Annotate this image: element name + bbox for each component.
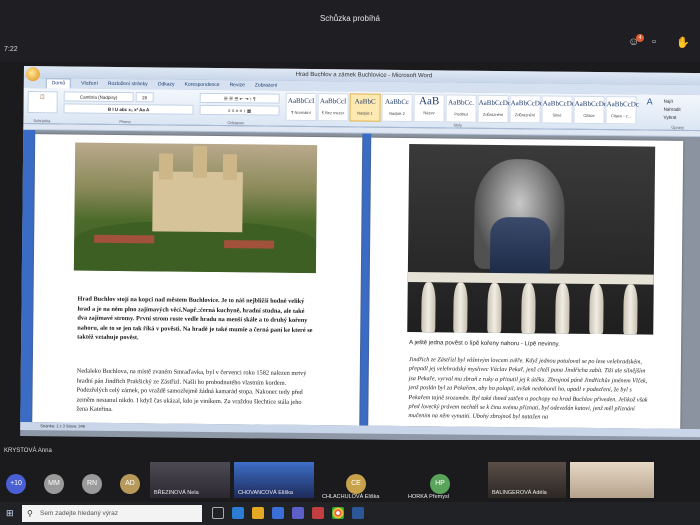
photo-baluster: [555, 283, 570, 334]
style-emphasis-2[interactable]: AaBbCcDc Zdůraznění: [509, 95, 543, 124]
photo-roof: [224, 240, 275, 249]
font-size-select[interactable]: 28: [135, 92, 154, 103]
paragraph-list-buttons[interactable]: ☰ ☰ ☰ ⇤ ⇥ ↕ ¶: [199, 92, 280, 104]
tab-insert[interactable]: Vložení: [81, 81, 98, 87]
change-styles-button[interactable]: A: [639, 97, 659, 123]
avatar[interactable]: MM: [44, 474, 64, 494]
participant-tile[interactable]: BALINGEROVÁ Adéla: [488, 462, 566, 498]
lime-legend-paragraph: Jindřich ze Zástřizl byl vášnivým lovcem…: [408, 357, 648, 421]
style-heading-2[interactable]: AaBbCc Nadpis 2: [381, 93, 413, 123]
participant-name: HORKÁ Přemysl: [408, 494, 449, 500]
group-label-editing: Úpravy: [671, 124, 685, 130]
participant-tile[interactable]: CHOVANCOVÁ Eliška: [234, 462, 314, 498]
group-label-clipboard: Schránka: [33, 118, 51, 124]
photo-baluster: [487, 282, 502, 334]
select-button[interactable]: Vybrat: [663, 114, 699, 122]
photo-baluster: [421, 282, 436, 333]
tab-home[interactable]: Domů: [45, 78, 72, 89]
castle-paragraph: Hrad Buchlov stojí na kopci nad městem B…: [77, 295, 313, 342]
windows-taskbar: ⊞ ⚲ Sem zadejte hledaný výraz: [0, 502, 700, 525]
participant-tile[interactable]: BŘEZINOVÁ Nela: [150, 462, 230, 498]
editing-group: Najít Nahradit Vybrat: [663, 98, 699, 124]
tab-review[interactable]: Revize: [230, 82, 245, 88]
search-placeholder: Sem zadejte hledaný výraz: [40, 510, 119, 517]
avatar[interactable]: AD: [120, 474, 140, 494]
participant-name: BALINGEROVÁ Adéla: [492, 490, 547, 496]
style-title[interactable]: AaB Název: [413, 94, 445, 123]
tab-view[interactable]: Zobrazení: [255, 82, 278, 88]
window-title: Hrad Buchlov a zámek Buchlovice - Micros…: [295, 71, 433, 80]
word-window: Hrad Buchlov a zámek Buchlovice - Micros…: [20, 66, 700, 444]
document-area[interactable]: Hrad Buchlov stojí na kopci nad městem B…: [20, 129, 700, 430]
veiled-statue-photo[interactable]: [407, 144, 656, 335]
photo-baluster: [453, 282, 468, 333]
chat-icon[interactable]: ▫: [652, 36, 656, 48]
app-icon[interactable]: [312, 507, 324, 519]
photo-roof: [94, 234, 155, 244]
participant-video[interactable]: [570, 462, 654, 498]
avatar[interactable]: RN: [82, 474, 102, 494]
start-icon[interactable]: ⊞: [6, 508, 16, 518]
photo-figure: [489, 216, 551, 276]
word-icon[interactable]: [352, 507, 364, 519]
photo-baluster: [521, 283, 536, 334]
meeting-header: Schůzka probíhá 7:22 ☺ 4 ▫ ✋: [0, 0, 700, 62]
raise-hand-icon[interactable]: ✋: [676, 36, 690, 49]
photo-baluster: [623, 284, 638, 335]
participant-name: CHLACHULOVÁ Eliška: [322, 494, 380, 500]
group-label-styles: Styly: [453, 122, 463, 128]
photo-tower: [192, 145, 208, 178]
legend-paragraph: Nedaleko Buchlova, na místě zvaném Smraď…: [76, 367, 307, 414]
teams-icon[interactable]: [292, 507, 304, 519]
paragraph-align-buttons[interactable]: ≡ ≡ ≡ ≡ ↕ ▦: [199, 104, 280, 116]
group-label-font: Písmo: [119, 119, 131, 125]
search-icon: ⚲: [27, 509, 33, 518]
task-view-icon[interactable]: [212, 507, 224, 519]
photo-baluster: [589, 283, 604, 335]
meeting-clock: 7:22: [4, 46, 18, 53]
font-format-buttons[interactable]: B I U abc x₂ x² Aa A: [63, 103, 194, 115]
participant-name: CHOVANCOVÁ Eliška: [238, 490, 293, 496]
participant-name: BŘEZINOVÁ Nela: [154, 490, 199, 496]
photo-castle: [152, 145, 243, 233]
participant-tile[interactable]: CHLACHULOVÁ Eliška: [318, 462, 402, 500]
office-button-icon[interactable]: [25, 67, 40, 82]
tab-references[interactable]: Odkazy: [158, 81, 175, 87]
taskbar-search[interactable]: ⚲ Sem zadejte hledaný výraz: [22, 505, 202, 522]
tab-page-layout[interactable]: Rozložení stránky: [108, 81, 148, 87]
style-strong[interactable]: AaBbCcDc Silné: [541, 95, 575, 124]
font-name-select[interactable]: Cambria (Nadpisy): [63, 91, 134, 103]
participants-strip: KRYSTOVÁ Anna +10 MM RN AD BŘEZINOVÁ Nel…: [0, 440, 700, 502]
photo-tower: [222, 154, 238, 181]
meeting-title: Schůzka probíhá: [319, 14, 381, 23]
presenter-name: KRYSTOVÁ Anna: [4, 448, 52, 454]
tab-mailings[interactable]: Korespondence: [185, 82, 220, 88]
style-emphasis-1[interactable]: AaBbCcDc Zdůraznění: [477, 94, 511, 124]
style-heading-1[interactable]: AaBbC Nadpis 1: [349, 93, 381, 122]
page-right[interactable]: A ještě jedna pověst o lípě kořeny nahor…: [368, 137, 684, 429]
file-explorer-icon[interactable]: [252, 507, 264, 519]
page-left[interactable]: Hrad Buchlov stojí na kopci nad městem B…: [32, 134, 363, 426]
paste-button[interactable]: 📋: [27, 91, 58, 114]
ribbon: 📋 Cambria (Nadpisy) 28 B I U abc x₂ x² A…: [23, 87, 700, 132]
group-label-paragraph: Odstavec: [227, 120, 245, 126]
store-icon[interactable]: [272, 507, 284, 519]
participants-badge: 4: [636, 34, 644, 42]
participant-tile[interactable]: HORKÁ Přemysl: [404, 462, 484, 500]
edge-icon[interactable]: [232, 507, 244, 519]
style-intense-quote[interactable]: AaBbCcDc Citace - z...: [605, 96, 639, 125]
photo-tower: [158, 153, 174, 180]
style-quote[interactable]: AaBbCcDc Citace: [573, 95, 607, 125]
castle-photo[interactable]: [73, 142, 318, 274]
style-no-spacing[interactable]: AaBbCcI ¶ Bez mezer: [317, 93, 349, 122]
style-normal[interactable]: AaBbCcI ¶ Normální: [285, 92, 317, 122]
photo-caption: A ještě jedna pověst o lípě kořeny nahor…: [409, 340, 560, 348]
chrome-icon[interactable]: [332, 507, 344, 519]
style-subtitle[interactable]: AaBbCc. Podtitul: [445, 94, 477, 123]
overflow-participants-button[interactable]: +10: [6, 474, 26, 494]
